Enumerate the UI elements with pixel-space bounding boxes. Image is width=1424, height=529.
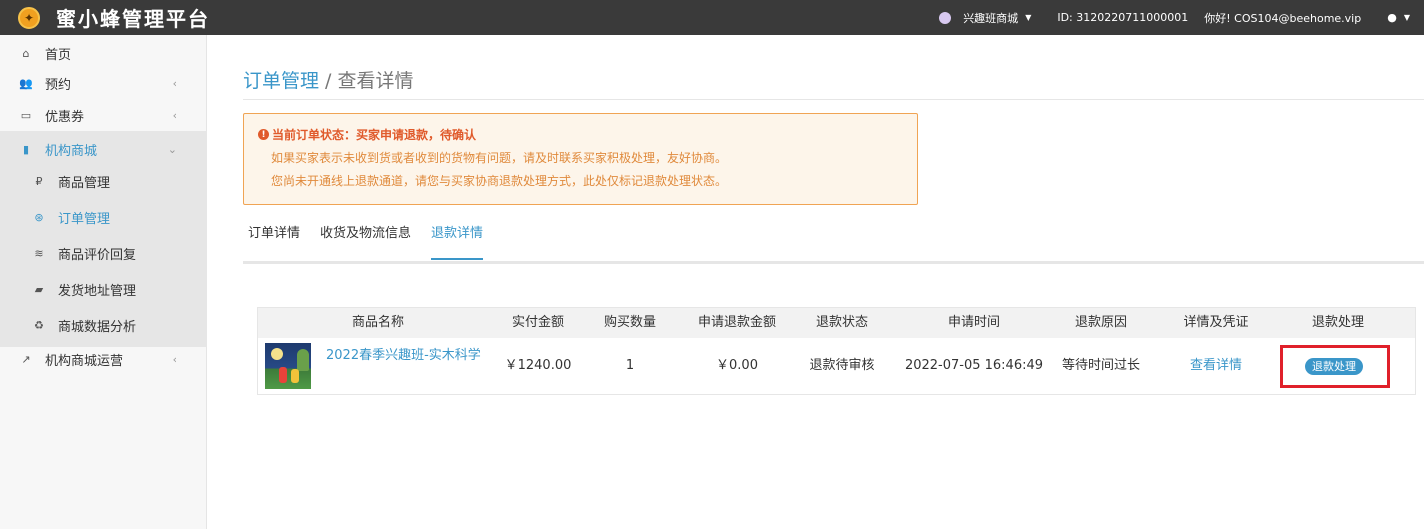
detail-cell: 查看详情 xyxy=(1146,338,1286,394)
apply-time: 2022-07-05 16:46:49 xyxy=(904,358,1044,373)
sidebar-item-products[interactable]: ₽ 商品管理 xyxy=(0,163,207,199)
breadcrumb-parent[interactable]: 订单管理 xyxy=(243,70,319,92)
paid-amount: ￥1240.00 xyxy=(504,358,572,373)
detail-tabs: 订单详情 收货及物流信息 退款详情 xyxy=(243,214,1424,264)
sidebar-item-shipping-address[interactable]: ▰ 发货地址管理 xyxy=(0,271,207,307)
alert-title-row: ! 当前订单状态：买家申请退款，待确认 xyxy=(258,126,903,143)
breadcrumb: 订单管理 / 查看详情 xyxy=(243,66,414,93)
alert-message: 您尚未开通线上退款通道，请您与买家协商退款处理方式，此处仅标记退款处理状态。 xyxy=(271,174,728,188)
highlight-box: 退款处理 xyxy=(1280,345,1390,388)
chevron-left-icon: ‹ xyxy=(172,352,177,366)
chevron-down-icon: ▼ xyxy=(1025,13,1032,22)
coupon-icon: ▭ xyxy=(20,108,32,122)
table-row: 2022春季兴趣班-实木科学 ￥1240.00 1 ￥0.00 退款待审核 20… xyxy=(258,338,1415,394)
sidebar-item-store[interactable]: ▮ 机构商城 ⌄ xyxy=(0,131,207,167)
sidebar-item-reviews[interactable]: ≋ 商品评价回复 xyxy=(0,235,207,271)
refund-status: 退款待审核 xyxy=(809,358,875,373)
sidebar-item-analytics[interactable]: ♻ 商城数据分析 xyxy=(0,307,207,343)
sidebar-item-label: 预约 xyxy=(45,77,72,93)
column-header: 退款原因 xyxy=(1074,315,1127,330)
app-title: 蜜小蜂管理平台 xyxy=(56,7,210,31)
quantity: 1 xyxy=(625,358,635,373)
org-id: ID: 3120220711000001 xyxy=(1057,11,1189,24)
table-header: 商品名称 实付金额 购买数量 申请退款金额 退款状态 申请时间 退款原因 详情及… xyxy=(258,308,1415,338)
sidebar-item-label: 商品评价回复 xyxy=(58,247,137,263)
user-icon: ● xyxy=(1387,11,1397,24)
exclamation-icon: ! xyxy=(258,129,269,140)
sidebar-item-coupon[interactable]: ▭ 优惠券 ‹ xyxy=(0,97,207,133)
sidebar-item-label: 商品管理 xyxy=(58,175,111,191)
shop-avatar xyxy=(939,11,952,24)
sidebar-item-operations[interactable]: ↗ 机构商城运营 ‹ xyxy=(0,341,207,377)
chart-icon: ↗ xyxy=(21,352,31,366)
column-header: 申请时间 xyxy=(947,315,1000,330)
home-icon: ⌂ xyxy=(22,46,30,60)
refund-process-button[interactable]: 退款处理 xyxy=(1305,358,1363,375)
column-header: 详情及凭证 xyxy=(1183,315,1249,330)
column-header: 申请退款金额 xyxy=(697,315,776,330)
view-details-link[interactable]: 查看详情 xyxy=(1190,358,1242,373)
refund-amount: ￥0.00 xyxy=(716,358,758,373)
column-header: 退款处理 xyxy=(1311,315,1364,330)
store-icon: ▮ xyxy=(22,142,30,156)
refund-reason: 等待时间过长 xyxy=(1061,358,1140,373)
sidebar-item-orders[interactable]: ⊛ 订单管理 xyxy=(0,199,207,235)
alert-message: 如果买家表示未收到货或者收到的货物有问题，请及时联系买家积极处理，友好协商。 xyxy=(271,151,728,165)
tab-refund-detail[interactable]: 退款详情 xyxy=(431,214,484,260)
column-header: 退款状态 xyxy=(815,315,868,330)
chevron-left-icon: ‹ xyxy=(172,76,177,90)
alert-title: 当前订单状态：买家申请退款，待确认 xyxy=(272,128,477,142)
chevron-left-icon: ‹ xyxy=(172,108,177,122)
product-name-link[interactable]: 2022春季兴趣班-实木科学 xyxy=(326,344,481,363)
sidebar-item-label: 机构商城 xyxy=(45,143,98,159)
order-icon: ⊛ xyxy=(34,210,44,224)
tab-order-detail[interactable]: 订单详情 xyxy=(248,214,300,260)
shop-name: 兴趣班商城 xyxy=(963,11,1019,25)
sidebar-item-label: 首页 xyxy=(45,47,72,63)
tab-shipping-info[interactable]: 收货及物流信息 xyxy=(320,214,411,260)
chevron-down-icon: ⌄ xyxy=(167,142,177,156)
sidebar-item-booking[interactable]: 👥 预约 ‹ xyxy=(0,65,207,101)
tabs-divider xyxy=(243,261,1424,264)
sidebar-item-label: 优惠券 xyxy=(45,109,85,125)
user-menu[interactable]: ● ▼ xyxy=(1387,11,1410,24)
sidebar-item-label: 订单管理 xyxy=(58,211,111,227)
feed-icon: ≋ xyxy=(34,246,44,260)
divider xyxy=(243,99,1424,100)
top-bar: ✦ 蜜小蜂管理平台 兴趣班商城 ▼ ID: 3120220711000001 你… xyxy=(0,0,1424,35)
sidebar-item-label: 发货地址管理 xyxy=(58,283,137,299)
sidebar-item-label: 商城数据分析 xyxy=(58,319,137,335)
shop-switcher[interactable]: 兴趣班商城 ▼ xyxy=(939,10,1031,26)
product-thumbnail[interactable] xyxy=(265,343,311,389)
logo[interactable]: ✦ 蜜小蜂管理平台 xyxy=(0,3,210,32)
order-status-alert: ! 当前订单状态：买家申请退款，待确认 如果买家表示未收到货或者收到的货物有问题… xyxy=(243,113,918,205)
recycle-icon: ♻ xyxy=(34,318,44,332)
users-icon: 👥 xyxy=(19,76,33,90)
refund-table: 商品名称 实付金额 购买数量 申请退款金额 退款状态 申请时间 退款原因 详情及… xyxy=(257,307,1416,395)
sidebar: ⌂ 首页 👥 预约 ‹ ▭ 优惠券 ‹ ▮ 机构商城 ⌄ ₽ 商品管理 ⊛ 订单… xyxy=(0,35,207,529)
truck-icon: ▰ xyxy=(34,282,44,296)
sidebar-item-label: 机构商城运营 xyxy=(45,353,124,369)
column-header: 购买数量 xyxy=(603,315,656,330)
column-header: 商品名称 xyxy=(351,315,404,330)
bee-logo-icon: ✦ xyxy=(18,6,40,29)
chevron-down-icon: ▼ xyxy=(1403,13,1410,22)
ruble-icon: ₽ xyxy=(35,174,43,188)
user-greeting: 你好! COS104@beehome.vip xyxy=(1204,11,1362,25)
breadcrumb-separator: / xyxy=(319,70,338,92)
breadcrumb-current: 查看详情 xyxy=(337,70,414,92)
column-header: 实付金额 xyxy=(511,315,564,330)
